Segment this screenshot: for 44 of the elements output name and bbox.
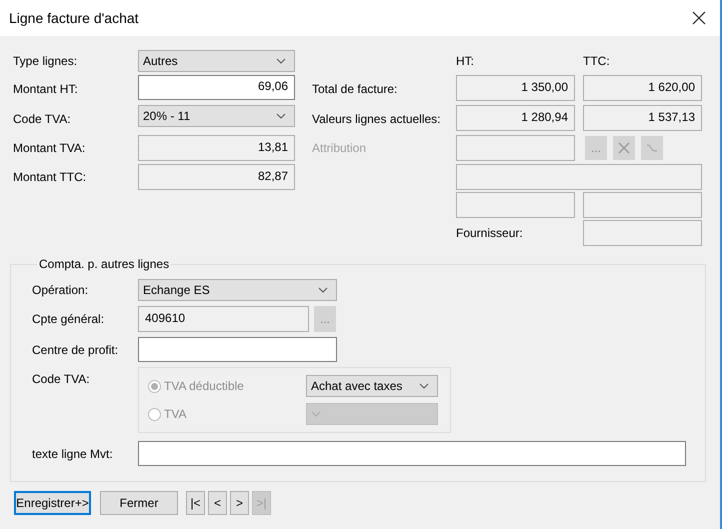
nav-button[interactable]: <: [208, 491, 227, 515]
field-label: Cpte général:: [32, 312, 106, 326]
chevron-icon: [276, 113, 286, 119]
chevron-icon: [318, 287, 328, 293]
field-label: Montant HT:: [12, 82, 79, 96]
column-header: HT:: [456, 54, 475, 68]
close-button[interactable]: Fermer: [100, 491, 178, 515]
chevron-icon: [276, 58, 286, 64]
account-field[interactable]: 409610: [138, 306, 309, 332]
field-label: Montant TTC:: [12, 170, 88, 184]
total-label: Valeurs lignes actuelles:: [312, 112, 442, 126]
readonly-field: 82,87: [138, 164, 295, 190]
total-value: 1 350,00: [456, 75, 575, 101]
field-label: Centre de profit:: [32, 342, 120, 356]
group-title: Compta. p. autres lignes: [38, 257, 170, 271]
window-title: Ligne facture d'achat: [9, 10, 139, 26]
save-button[interactable]: Enregistrer+>: [14, 491, 91, 515]
field-label: Code TVA:: [32, 371, 91, 386]
field-label: texte ligne Mvt:: [32, 446, 114, 460]
cross-icon: [618, 142, 630, 154]
supplier-label: Fournisseur:: [456, 226, 524, 240]
link-icon: [646, 144, 658, 152]
chevron-icon: [419, 383, 429, 389]
nav-button[interactable]: >: [230, 491, 249, 515]
readonly-field: 13,81: [138, 135, 295, 161]
dropdown[interactable]: Echange ES: [138, 279, 337, 301]
total-label: Total de facture:: [312, 82, 398, 96]
field-label: Opération:: [32, 283, 90, 297]
chevron-icon: [311, 411, 321, 417]
field-label: Type lignes:: [12, 54, 78, 68]
field-label: Montant TVA:: [12, 141, 86, 155]
close-icon[interactable]: [692, 11, 706, 25]
total-value: 1 280,94: [456, 105, 575, 131]
total-value: 1 620,00: [583, 75, 702, 101]
input-field[interactable]: 69,06: [138, 75, 295, 100]
nav-button[interactable]: |<: [186, 491, 205, 515]
total-value: 1 537,13: [583, 105, 702, 131]
input-field[interactable]: [138, 337, 337, 362]
dropdown[interactable]: 20% - 11: [138, 105, 295, 127]
dropdown[interactable]: Autres: [138, 50, 295, 72]
text-field[interactable]: [138, 441, 686, 466]
attribution-label: Attribution: [312, 141, 368, 155]
column-header: TTC:: [583, 54, 611, 68]
field-label: Code TVA:: [12, 112, 72, 126]
